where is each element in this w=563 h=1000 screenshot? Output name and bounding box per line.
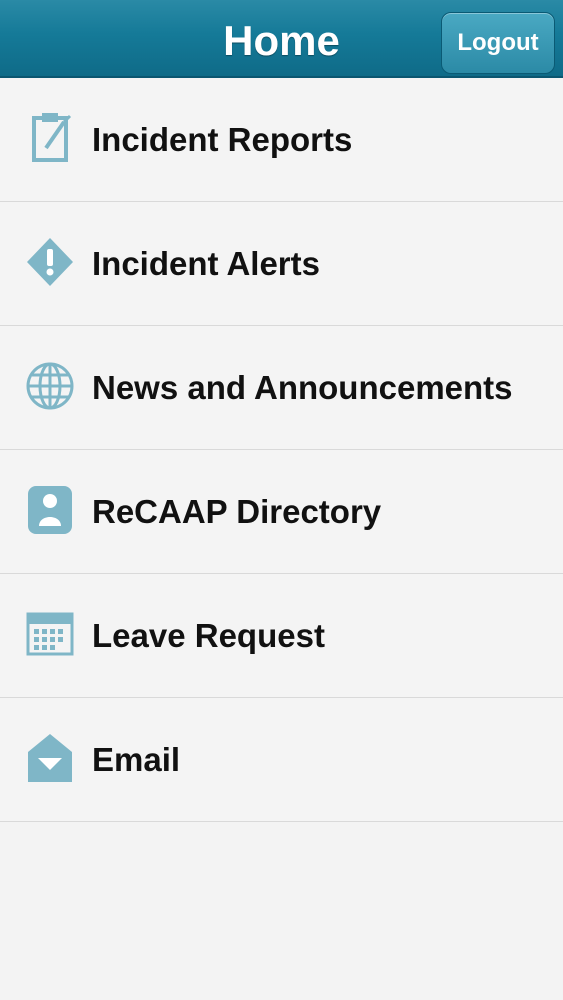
menu-item-label: Leave Request [92, 616, 325, 654]
menu-item-label: Incident Reports [92, 120, 353, 158]
globe-icon [24, 358, 76, 414]
menu-item-label: Email [92, 740, 181, 778]
home-menu: Incident Reports Incident Alerts News an… [0, 78, 563, 822]
clipboard-icon [24, 110, 76, 166]
menu-item-incident-reports[interactable]: Incident Reports [0, 78, 563, 202]
alert-diamond-icon [24, 234, 76, 290]
menu-item-incident-alerts[interactable]: Incident Alerts [0, 202, 563, 326]
menu-item-label: Incident Alerts [92, 244, 320, 282]
header-bar: Home Logout [0, 0, 563, 78]
envelope-icon [24, 730, 76, 786]
menu-item-label: News and Announcements [92, 368, 513, 406]
menu-item-email[interactable]: Email [0, 698, 563, 822]
menu-item-leave-request[interactable]: Leave Request [0, 574, 563, 698]
contact-card-icon [24, 482, 76, 538]
menu-item-label: ReCAAP Directory [92, 492, 382, 530]
menu-item-news-and-announcements[interactable]: News and Announcements [0, 326, 563, 450]
logout-button[interactable]: Logout [441, 12, 555, 74]
calendar-icon [24, 606, 76, 662]
menu-item-recaap-directory[interactable]: ReCAAP Directory [0, 450, 563, 574]
